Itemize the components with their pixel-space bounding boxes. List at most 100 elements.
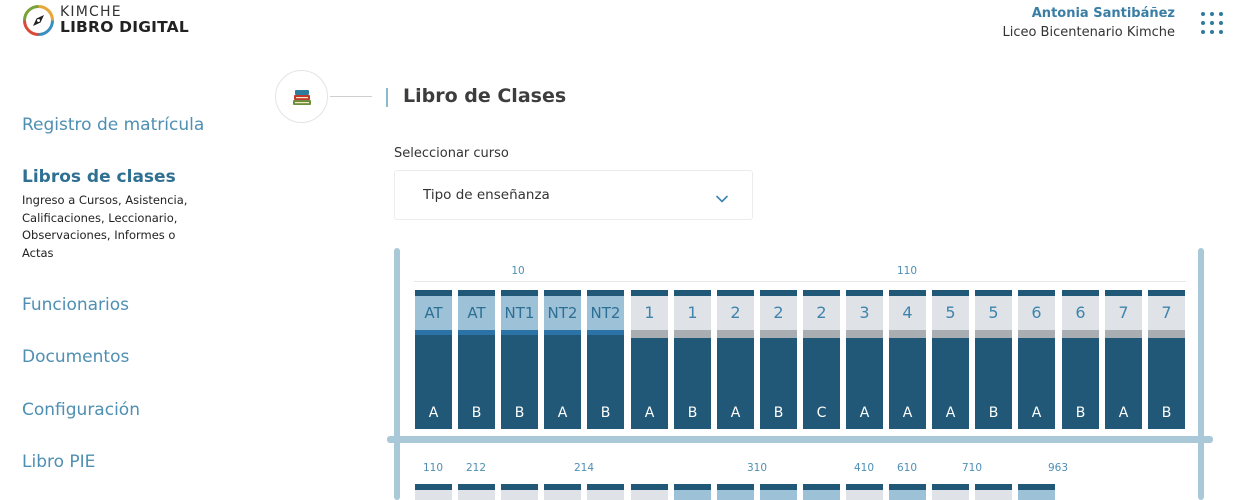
brand-logo[interactable]: KIMCHE LIBRO DIGITAL: [22, 4, 189, 37]
course-book[interactable]: [975, 484, 1012, 500]
book-stripe: [1148, 330, 1185, 338]
user-school: Liceo Bicentenario Kimche: [1002, 25, 1175, 40]
sidebar-item-funcionarios[interactable]: Funcionarios: [22, 295, 129, 315]
course-book[interactable]: 4A: [889, 290, 926, 429]
course-book[interactable]: 7A: [1105, 290, 1142, 429]
course-book[interactable]: 5A: [932, 290, 969, 429]
book-level-label: AT: [458, 296, 495, 330]
book-stripe: [501, 330, 538, 335]
course-book[interactable]: 1B: [674, 290, 711, 429]
book-level-label: 2: [717, 296, 754, 330]
course-book[interactable]: [846, 484, 883, 500]
book-level-label: 1: [631, 296, 668, 330]
book-section-label: B: [988, 405, 999, 421]
course-book[interactable]: [544, 484, 581, 500]
course-book[interactable]: [631, 484, 668, 500]
book-section-label: A: [557, 405, 568, 421]
book-section-label: B: [687, 405, 698, 421]
course-book[interactable]: [587, 484, 624, 500]
course-book[interactable]: 2C: [803, 290, 840, 429]
course-book[interactable]: [760, 484, 797, 500]
book-level-label: 5: [975, 296, 1012, 330]
shelf-post-right: [1198, 248, 1204, 500]
book-section-label: A: [428, 405, 439, 421]
book-band: [717, 490, 754, 500]
course-book[interactable]: 2A: [717, 290, 754, 429]
sidebar-item-documentos[interactable]: Documentos: [22, 347, 129, 367]
book-level-label: 2: [803, 296, 840, 330]
sidebar-item-libro-pie[interactable]: Libro PIE: [22, 452, 95, 472]
book-section-label: A: [730, 405, 741, 421]
shelf-board: [387, 436, 1213, 443]
book-stripe: [631, 330, 668, 338]
course-book[interactable]: NT2 A: [544, 290, 581, 429]
book-level-label: NT2: [544, 296, 581, 330]
course-book[interactable]: 7B: [1148, 290, 1185, 429]
course-book[interactable]: [932, 484, 969, 500]
book-band: [587, 490, 624, 500]
room-label: 214: [573, 462, 595, 474]
book-stripe: [544, 330, 581, 335]
course-book[interactable]: 1A: [631, 290, 668, 429]
course-book[interactable]: [501, 484, 538, 500]
course-book[interactable]: 5B: [975, 290, 1012, 429]
book-band: [975, 490, 1012, 500]
user-name[interactable]: Antonia Santibáñez: [1032, 6, 1175, 21]
book-section-label: A: [1118, 405, 1129, 421]
title-accent-bar: [386, 88, 388, 107]
book-stripe: [1062, 330, 1099, 338]
course-book[interactable]: [415, 484, 452, 500]
book-level-label: 6: [1018, 296, 1055, 330]
book-band: [544, 490, 581, 500]
book-section-label: B: [471, 405, 482, 421]
book-section-label: B: [514, 405, 525, 421]
book-level-label: NT2: [587, 296, 624, 330]
book-band: [1018, 490, 1055, 500]
course-book[interactable]: [458, 484, 495, 500]
course-book[interactable]: [674, 484, 711, 500]
room-label: 963: [1047, 462, 1069, 474]
book-stripe: [846, 330, 883, 338]
book-section-label: A: [902, 405, 913, 421]
brand-line-1: KIMCHE: [60, 4, 122, 21]
course-book[interactable]: [1018, 484, 1055, 500]
book-stripe: [1105, 330, 1142, 338]
course-book[interactable]: 6B: [1062, 290, 1099, 429]
book-stripe: [889, 330, 926, 338]
course-type-select[interactable]: Tipo de enseñanza: [394, 170, 753, 220]
book-section-label: B: [1161, 405, 1172, 421]
sidebar-item-configuracion[interactable]: Configuración: [22, 400, 140, 420]
book-section-label: B: [1075, 405, 1086, 421]
course-book[interactable]: AT B: [458, 290, 495, 429]
book-level-label: 3: [846, 296, 883, 330]
course-book[interactable]: 2B: [760, 290, 797, 429]
book-level-label: AT: [415, 296, 452, 330]
course-book[interactable]: NT1 B: [501, 290, 538, 429]
book-band: [846, 490, 883, 500]
book-section-label: B: [773, 405, 784, 421]
room-label: 310: [746, 462, 768, 474]
sidebar-item-libros-de-clases[interactable]: Libros de clases: [22, 167, 176, 187]
book-stripe: [975, 330, 1012, 338]
course-book[interactable]: 6A: [1018, 290, 1055, 429]
page-title: Libro de Clases: [403, 85, 567, 107]
book-section-label: A: [1031, 405, 1042, 421]
course-book[interactable]: NT2 B: [587, 290, 624, 429]
course-book[interactable]: [889, 484, 926, 500]
book-section-label: C: [816, 405, 827, 421]
book-band: [415, 490, 452, 500]
book-band: [889, 490, 926, 500]
course-book[interactable]: 3A: [846, 290, 883, 429]
sidebar-item-registro-matricula[interactable]: Registro de matrícula: [22, 115, 204, 135]
books-icon: [275, 70, 328, 123]
book-section-label: A: [945, 405, 956, 421]
book-section-label: B: [600, 405, 611, 421]
chevron-down-icon: [716, 188, 728, 207]
course-book[interactable]: AT A: [415, 290, 452, 429]
book-stripe: [717, 330, 754, 338]
course-book[interactable]: [717, 484, 754, 500]
compass-icon: [22, 4, 55, 37]
book-band: [501, 490, 538, 500]
course-book[interactable]: [803, 484, 840, 500]
apps-grid-icon[interactable]: [1201, 12, 1223, 34]
